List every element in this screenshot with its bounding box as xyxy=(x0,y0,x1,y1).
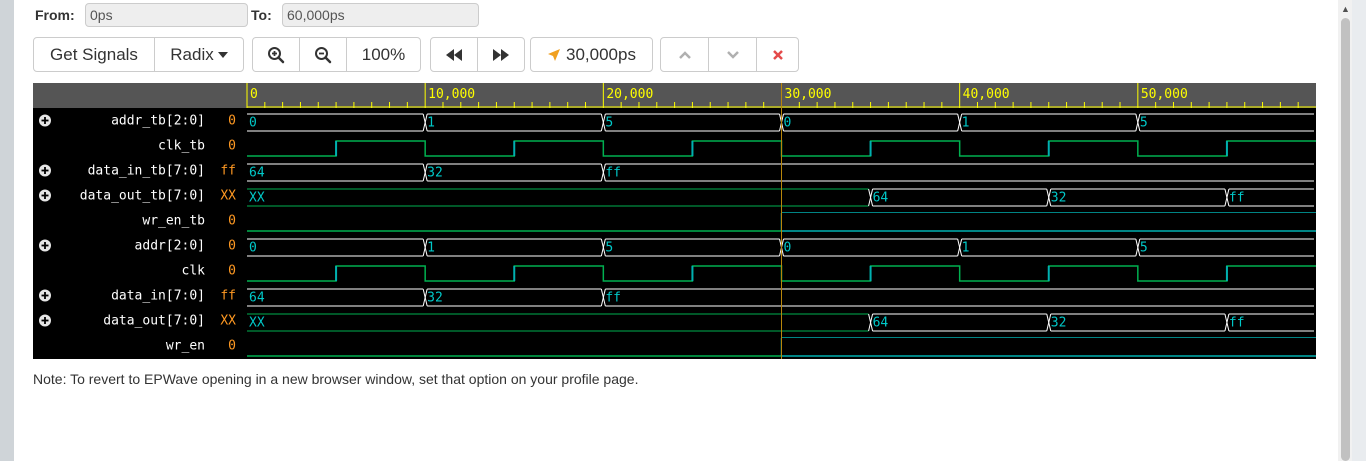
scroll-up-arrow-icon[interactable]: ▲ xyxy=(1341,4,1350,14)
bus-value-label: XX xyxy=(249,191,265,206)
signal-current-value: XX xyxy=(220,314,236,329)
bus-value-label: 5 xyxy=(1140,116,1148,131)
bus-value-label: 64 xyxy=(249,291,265,306)
to-label: To: xyxy=(251,7,272,23)
zoom-out-button[interactable] xyxy=(299,37,347,72)
scroll-right-button[interactable] xyxy=(477,37,525,72)
bus-value-label: 5 xyxy=(605,116,613,131)
cursor-time-button[interactable]: 30,000ps xyxy=(530,37,653,72)
signal-current-value: XX xyxy=(220,189,236,204)
bus-value-label: ff xyxy=(605,291,621,306)
signal-current-value: 0 xyxy=(228,239,236,254)
waveform-canvas[interactable]: 0 10,000 20,000 30,000 40,000 50,000 addr_tb[2… xyxy=(33,83,1316,359)
bus-value-label: 0 xyxy=(784,241,792,256)
zoom-button-group: 100% xyxy=(252,37,421,72)
fast-backward-icon xyxy=(446,48,462,61)
ruler-tick-label: 20,000 xyxy=(606,87,653,102)
ruler-tick-label: 50,000 xyxy=(1141,87,1188,102)
signals-button-group: Get Signals Radix xyxy=(33,37,244,72)
bus-value-label: 64 xyxy=(873,316,889,331)
bus-value-label: ff xyxy=(605,166,621,181)
signal-current-value: 0 xyxy=(228,139,236,154)
signal-name: data_in[7:0] xyxy=(111,289,205,304)
bus-value-label: 32 xyxy=(1051,191,1067,206)
move-signal-down-button[interactable] xyxy=(708,37,757,72)
chevron-up-icon xyxy=(678,50,691,59)
background-edge-right xyxy=(1352,0,1366,461)
bit-high-band xyxy=(781,338,1316,356)
bus-value-label: 5 xyxy=(1140,241,1148,256)
zoom-in-icon xyxy=(268,46,285,63)
cursor-time-label: 30,000ps xyxy=(566,44,636,64)
fast-forward-icon xyxy=(493,48,509,61)
bus-value-label: 1 xyxy=(962,241,970,256)
profile-note: Note: To revert to EPWave opening in a n… xyxy=(33,371,639,387)
signal-name: data_out_tb[7:0] xyxy=(80,189,205,204)
scroll-left-button[interactable] xyxy=(430,37,478,72)
zoom-level-button[interactable]: 100% xyxy=(346,37,421,72)
signal-name: wr_en_tb xyxy=(142,214,205,229)
bus-value-label: 1 xyxy=(962,116,970,131)
signal-name: data_in_tb[7:0] xyxy=(88,164,205,179)
zoom-out-icon xyxy=(315,46,332,63)
signal-current-value: 0 xyxy=(228,114,236,129)
to-time-input[interactable] xyxy=(282,3,479,27)
ruler-tick-label: 10,000 xyxy=(428,87,475,102)
signal-order-button-group xyxy=(660,37,799,72)
bus-value-label: 1 xyxy=(427,116,435,131)
signal-current-value: ff xyxy=(220,289,236,304)
from-label: From: xyxy=(35,7,75,23)
location-arrow-icon xyxy=(548,48,561,61)
navigation-button-group xyxy=(430,37,525,72)
bus-value-label: 32 xyxy=(1051,316,1067,331)
bus-value-label: ff xyxy=(1229,191,1245,206)
ruler-tick-label: 0 xyxy=(250,87,258,102)
bus-value-label: 64 xyxy=(249,166,265,181)
signal-current-value: ff xyxy=(220,164,236,179)
cursor-button-group: 30,000ps xyxy=(530,37,653,72)
signal-current-value: 0 xyxy=(228,339,236,354)
bus-value-label: 32 xyxy=(427,166,443,181)
ruler-tick-label: 30,000 xyxy=(785,87,832,102)
signal-name: addr[2:0] xyxy=(135,239,205,254)
chevron-down-icon xyxy=(726,50,739,59)
background-edge-left xyxy=(0,0,14,461)
signal-name: clk xyxy=(182,264,206,279)
signal-current-value: 0 xyxy=(228,264,236,279)
bus-value-label: 1 xyxy=(427,241,435,256)
close-icon xyxy=(772,49,783,60)
waveform-viewer[interactable]: 0 10,000 20,000 30,000 40,000 50,000 addr_tb[2… xyxy=(33,83,1316,359)
bit-high-band xyxy=(781,213,1316,231)
scrollbar-thumb[interactable] xyxy=(1341,18,1350,461)
bus-value-label: 5 xyxy=(605,241,613,256)
bus-value-label: XX xyxy=(249,316,265,331)
bus-value-label: 0 xyxy=(249,241,257,256)
from-time-input[interactable] xyxy=(85,3,248,27)
zoom-in-button[interactable] xyxy=(252,37,300,72)
bus-value-label: 32 xyxy=(427,291,443,306)
radix-dropdown-button[interactable]: Radix xyxy=(154,37,244,72)
bus-value-label: 0 xyxy=(784,116,792,131)
move-signal-up-button[interactable] xyxy=(660,37,709,72)
ruler-tick-label: 40,000 xyxy=(963,87,1010,102)
caret-down-icon xyxy=(217,51,228,58)
bus-value-label: 0 xyxy=(249,116,257,131)
bus-value-label: 64 xyxy=(873,191,889,206)
signal-name: wr_en xyxy=(166,339,205,354)
signal-current-value: 0 xyxy=(228,214,236,229)
bus-value-label: ff xyxy=(1229,316,1245,331)
remove-signal-button[interactable] xyxy=(756,37,799,72)
signal-name: clk_tb xyxy=(158,139,205,154)
signal-name: addr_tb[2:0] xyxy=(111,114,205,129)
get-signals-button[interactable]: Get Signals xyxy=(33,37,155,72)
signal-name: data_out[7:0] xyxy=(103,314,205,329)
radix-label: Radix xyxy=(170,44,214,64)
